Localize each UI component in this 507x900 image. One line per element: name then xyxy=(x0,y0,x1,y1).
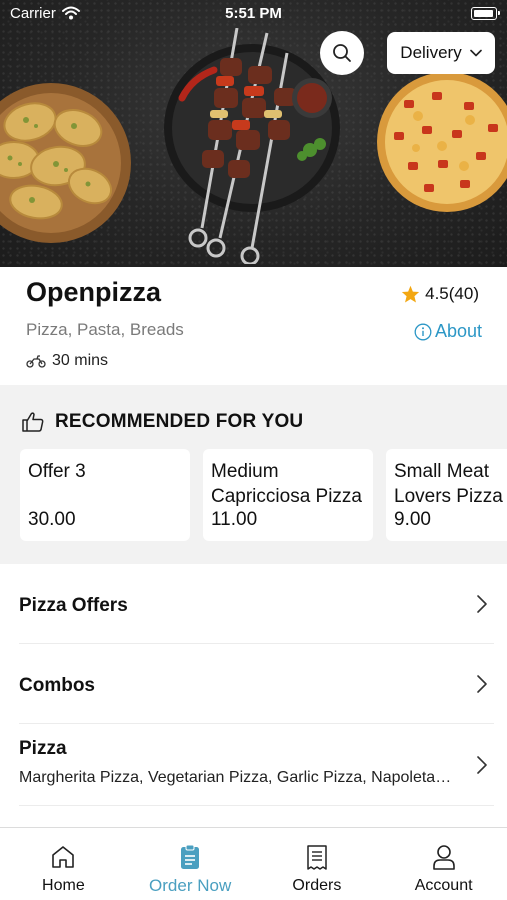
category-name: Pizza xyxy=(19,738,67,759)
recommended-card[interactable]: Offer 3 30.00 xyxy=(20,449,190,541)
store-rating: 4.5(40) xyxy=(401,284,479,304)
store-info: Openpizza 4.5(40) Pizza, Pasta, Breads A… xyxy=(0,267,507,385)
tab-label: Order Now xyxy=(149,876,232,895)
recommended-title: RECOMMENDED FOR YOU xyxy=(55,411,304,432)
tab-order-now[interactable]: Order Now xyxy=(127,828,254,900)
item-name: Medium Capricciosa Pizza xyxy=(211,461,362,507)
pizza-image xyxy=(377,72,507,212)
delivery-time: 30 mins xyxy=(26,352,108,370)
info-icon xyxy=(414,323,432,340)
tab-account[interactable]: Account xyxy=(380,828,507,900)
account-icon xyxy=(432,845,455,870)
battery-icon xyxy=(471,7,500,20)
clock: 5:51 PM xyxy=(225,5,282,22)
thumbs-up-icon xyxy=(22,412,44,432)
category-row-pizza[interactable]: Pizza Margherita Pizza, Vegetarian Pizza… xyxy=(19,724,494,806)
item-name: Small Meat Lovers Pizza xyxy=(394,461,503,507)
category-description: Margherita Pizza, Vegetarian Pizza, Garl… xyxy=(19,769,459,786)
recommended-header: RECOMMENDED FOR YOU xyxy=(21,411,303,433)
recommended-card[interactable]: Small Meat Lovers Pizza 9.00 xyxy=(386,449,507,541)
star-icon xyxy=(402,285,420,303)
category-row-combos[interactable]: Combos xyxy=(19,644,494,724)
category-list: Pizza Offers Combos Pizza Margherita Piz… xyxy=(0,564,507,806)
tab-label: Orders xyxy=(292,877,342,894)
bottom-tab-bar: Home Order Now Orders Account xyxy=(0,827,507,900)
delivery-mode-dropdown[interactable]: Delivery xyxy=(387,32,495,74)
tab-label: Account xyxy=(414,877,473,894)
store-cuisines: Pizza, Pasta, Breads xyxy=(26,320,184,339)
chevron-right-icon xyxy=(477,595,487,613)
scooter-icon xyxy=(26,355,46,368)
tab-home[interactable]: Home xyxy=(0,828,127,900)
chevron-right-icon xyxy=(477,756,487,774)
search-button[interactable] xyxy=(320,31,364,75)
recommended-card[interactable]: Medium Capricciosa Pizza 11.00 xyxy=(203,449,373,541)
chevron-right-icon xyxy=(477,675,487,693)
item-name: Offer 3 xyxy=(28,461,86,482)
tab-label: Home xyxy=(42,877,85,894)
status-bar: Carrier 5:51 PM xyxy=(0,0,507,28)
category-name: Combos xyxy=(19,675,95,696)
garlic-bread-image xyxy=(0,83,131,243)
item-price: 9.00 xyxy=(394,509,431,530)
item-price: 30.00 xyxy=(28,509,76,530)
about-label: About xyxy=(434,321,482,341)
skewers-image xyxy=(164,28,340,264)
category-name: Pizza Offers xyxy=(19,595,128,616)
delivery-time-value: 30 mins xyxy=(52,352,109,369)
receipt-icon xyxy=(307,845,327,870)
order-icon xyxy=(181,844,200,869)
hero-banner: Carrier 5:51 PM Delivery xyxy=(0,0,507,267)
recommended-list: Offer 3 30.00 Medium Capricciosa Pizza 1… xyxy=(20,449,507,541)
tab-orders[interactable]: Orders xyxy=(254,828,381,900)
rating-value: 4.5(40) xyxy=(425,284,479,303)
store-name: Openpizza xyxy=(26,277,162,307)
search-icon xyxy=(333,44,351,62)
category-row-pizza-offers[interactable]: Pizza Offers xyxy=(19,564,494,644)
item-price: 11.00 xyxy=(211,509,258,530)
about-link[interactable]: About xyxy=(414,321,482,342)
home-icon xyxy=(52,846,75,868)
delivery-mode-label: Delivery xyxy=(400,43,462,62)
recommended-section: RECOMMENDED FOR YOU Offer 3 30.00 Medium… xyxy=(0,385,507,564)
chevron-down-icon xyxy=(469,49,482,57)
